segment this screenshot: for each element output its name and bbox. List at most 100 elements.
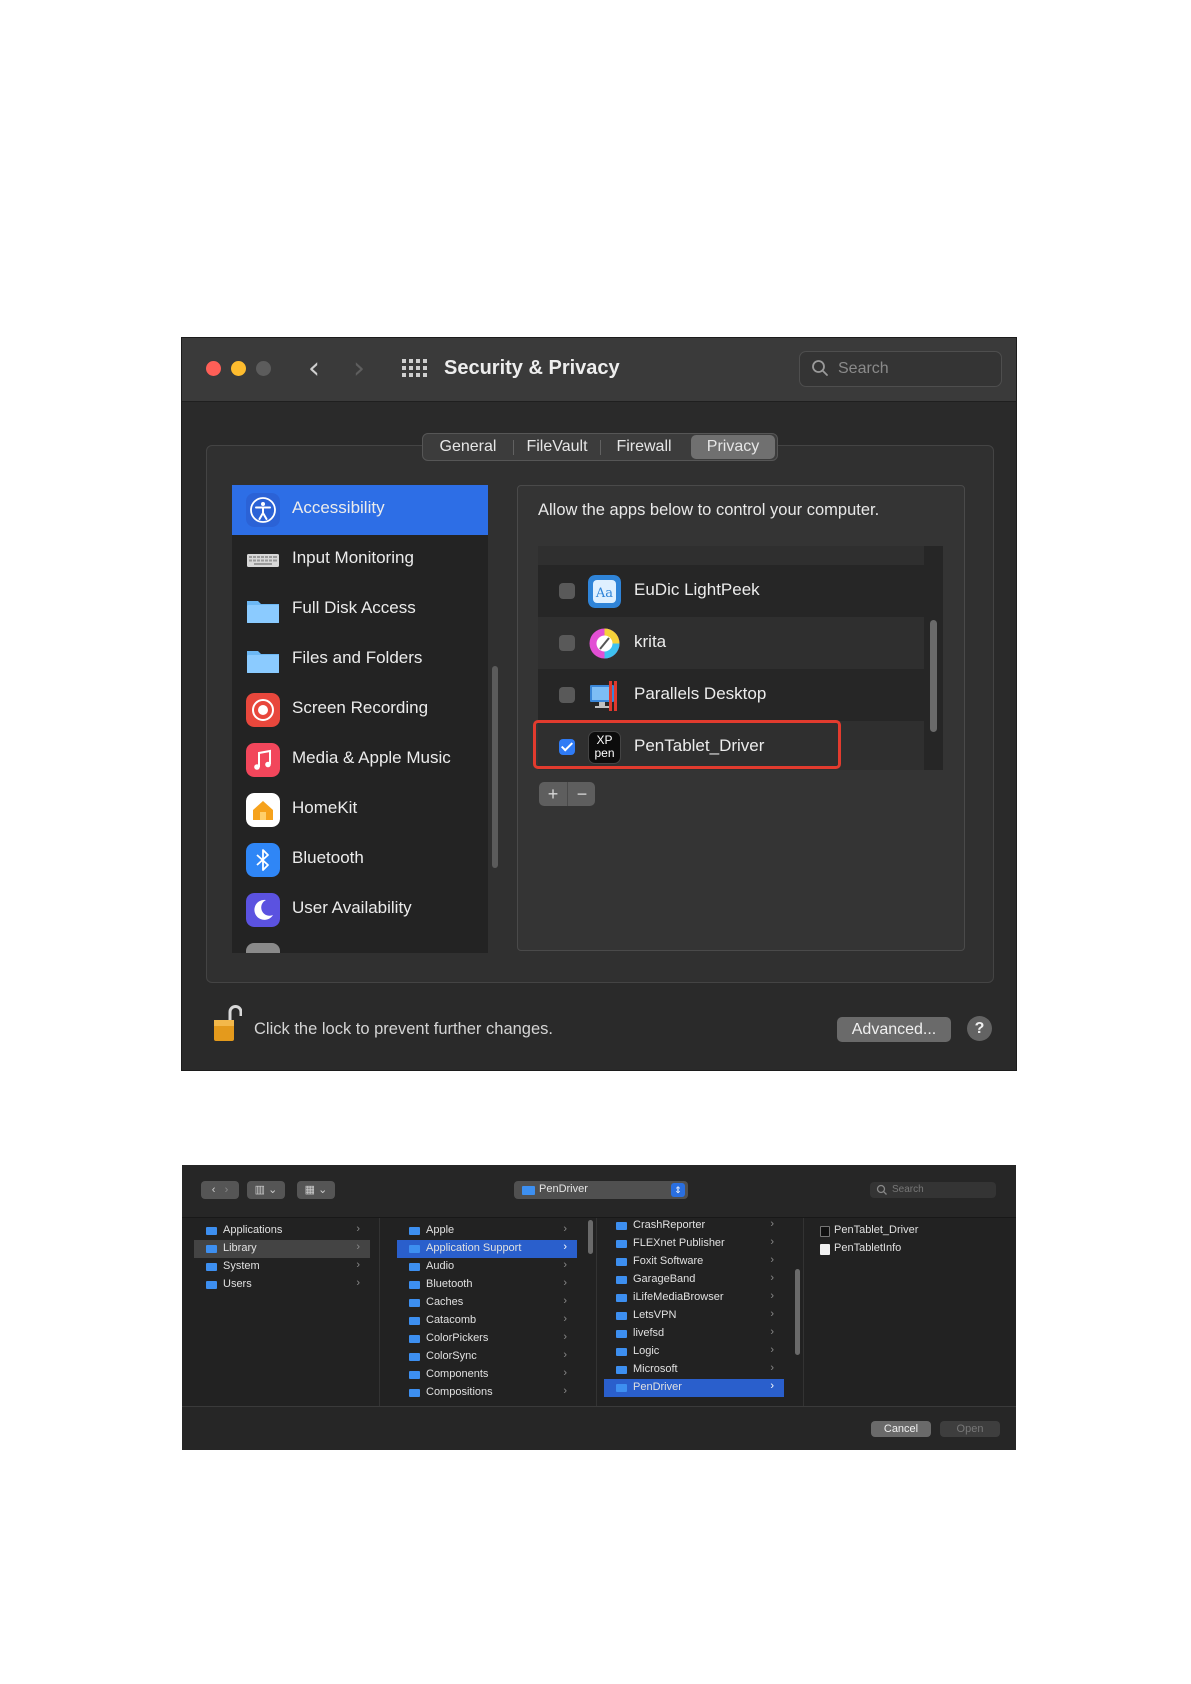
list-item-logic[interactable]: Logic › [604, 1343, 784, 1361]
back-icon[interactable]: ‹ [302, 354, 326, 384]
sidebar-scrollbar[interactable] [492, 666, 498, 868]
list-item-ilifemediabrowser[interactable]: iLifeMediaBrowser › [604, 1289, 784, 1307]
list-item-crashreporter[interactable]: CrashReporter › [604, 1218, 784, 1235]
dialog-toolbar: ‹ › ▥ ⌄ ▦ ⌄ PenDriver ⇕ Search [182, 1165, 1016, 1218]
sidebar-item-user-availability[interactable]: User Availability [232, 885, 488, 935]
folder-icon [409, 1371, 420, 1379]
chevron-right-icon: › [563, 1313, 567, 1325]
add-button[interactable]: + [539, 782, 567, 806]
column-2-scrollbar[interactable] [588, 1220, 593, 1254]
folder-icon [409, 1335, 420, 1343]
list-item-foxit[interactable]: Foxit Software › [604, 1253, 784, 1271]
list-item-partial [538, 546, 924, 565]
parallels-checkbox[interactable] [559, 687, 575, 703]
list-item-colorpickers[interactable]: ColorPickers › [397, 1330, 577, 1348]
column-divider[interactable] [379, 1218, 380, 1406]
column-view-button[interactable]: ▥ ⌄ [247, 1181, 285, 1199]
lock-icon[interactable] [212, 1003, 242, 1043]
column-3: CrashReporter › FLEXnet Publisher › Foxit … [604, 1218, 784, 1406]
list-item-system[interactable]: System › [194, 1258, 370, 1276]
item-label: Microsoft [633, 1363, 678, 1375]
column-divider[interactable] [596, 1218, 597, 1406]
item-label: Audio [426, 1260, 455, 1272]
help-button[interactable]: ? [967, 1016, 992, 1041]
zoom-button[interactable] [256, 361, 271, 376]
folder-icon [616, 1312, 627, 1320]
item-label: ColorPickers [426, 1332, 489, 1344]
sidebar-item-input-monitoring[interactable]: Input Monitoring [232, 535, 488, 585]
open-button[interactable]: Open [940, 1421, 1000, 1437]
add-remove-control: + − [539, 782, 595, 806]
list-item-compositions[interactable]: Compositions › [397, 1384, 577, 1402]
list-item-applications[interactable]: Applications › [194, 1222, 370, 1240]
sidebar-item-label: Input Monitoring [292, 548, 414, 567]
advanced-button[interactable]: Advanced... [837, 1017, 951, 1042]
sidebar-item-partial[interactable] [232, 935, 488, 953]
sidebar-item-screen-recording[interactable]: Screen Recording [232, 685, 488, 735]
chevron-right-icon: › [770, 1218, 774, 1230]
remove-button[interactable]: − [567, 782, 596, 806]
chevron-right-icon: › [563, 1331, 567, 1343]
chevron-right-icon: › [563, 1295, 567, 1307]
search-field[interactable]: Search [799, 351, 1002, 387]
forward-icon[interactable]: › [347, 354, 371, 384]
location-popup[interactable]: PenDriver ⇕ [514, 1181, 688, 1199]
forward-icon[interactable]: › [225, 1184, 229, 1196]
tab-privacy[interactable]: Privacy [691, 435, 775, 459]
folder-icon [616, 1294, 627, 1302]
search-icon [876, 1184, 887, 1195]
chevron-right-icon: › [770, 1380, 774, 1392]
krita-checkbox[interactable] [559, 635, 575, 651]
list-item-garageband[interactable]: GarageBand › [604, 1271, 784, 1289]
app-list-scrollbar[interactable] [930, 620, 937, 732]
list-item-colorsync[interactable]: ColorSync › [397, 1348, 577, 1366]
screen-recording-icon [246, 693, 280, 727]
keyboard-icon [247, 554, 279, 567]
list-item-pentabletinfo-file[interactable]: PenTabletInfo [808, 1240, 1008, 1258]
show-all-grid-icon[interactable] [402, 359, 427, 379]
item-label: iLifeMediaBrowser [633, 1291, 724, 1303]
list-item-pentablet-driver-file[interactable]: PenTablet_Driver [808, 1222, 1008, 1240]
list-item-letsvpn[interactable]: LetsVPN › [604, 1307, 784, 1325]
chevron-right-icon: › [770, 1362, 774, 1374]
list-item-pendriver[interactable]: PenDriver › [604, 1379, 784, 1397]
sidebar-item-homekit[interactable]: HomeKit [232, 785, 488, 835]
list-item-catacomb[interactable]: Catacomb › [397, 1312, 577, 1330]
tab-firewall[interactable]: Firewall [601, 434, 687, 460]
list-item-audio[interactable]: Audio › [397, 1258, 577, 1276]
list-item-application-support[interactable]: Application Support › [397, 1240, 577, 1258]
back-forward-control[interactable]: ‹ › [201, 1181, 239, 1199]
list-item-apple[interactable]: Apple › [397, 1222, 577, 1240]
list-item-microsoft[interactable]: Microsoft › [604, 1361, 784, 1379]
sidebar-item-files-and-folders[interactable]: Files and Folders [232, 635, 488, 685]
sidebar-item-media-apple-music[interactable]: Media & Apple Music [232, 735, 488, 785]
list-item-flexnet[interactable]: FLEXnet Publisher › [604, 1235, 784, 1253]
list-item-livefsd[interactable]: livefsd › [604, 1325, 784, 1343]
folder-icon [616, 1240, 627, 1248]
search-input[interactable]: Search [870, 1182, 996, 1198]
column-3-scrollbar[interactable] [795, 1269, 800, 1355]
eudic-checkbox[interactable] [559, 583, 575, 599]
sidebar-item-bluetooth[interactable]: Bluetooth [232, 835, 488, 885]
back-icon[interactable]: ‹ [212, 1184, 216, 1196]
tab-filevault[interactable]: FileVault [514, 434, 600, 460]
list-item-users[interactable]: Users › [194, 1276, 370, 1294]
item-label: Apple [426, 1224, 455, 1236]
list-item-caches[interactable]: Caches › [397, 1294, 577, 1312]
chevron-right-icon: › [770, 1290, 774, 1302]
column-divider[interactable] [803, 1218, 804, 1406]
list-item-components[interactable]: Components › [397, 1366, 577, 1384]
chevron-right-icon: › [770, 1254, 774, 1266]
sidebar-item-accessibility[interactable]: Accessibility [232, 485, 488, 535]
cancel-button[interactable]: Cancel [871, 1421, 931, 1437]
list-item-bluetooth[interactable]: Bluetooth › [397, 1276, 577, 1294]
chevron-right-icon: › [563, 1367, 567, 1379]
chevron-right-icon: › [563, 1385, 567, 1397]
sidebar-item-full-disk-access[interactable]: Full Disk Access [232, 585, 488, 635]
group-button[interactable]: ▦ ⌄ [297, 1181, 335, 1199]
close-button[interactable] [206, 361, 221, 376]
folder-icon [247, 651, 279, 673]
minimize-button[interactable] [231, 361, 246, 376]
list-item-library[interactable]: Library › [194, 1240, 370, 1258]
tab-general[interactable]: General [423, 434, 513, 460]
